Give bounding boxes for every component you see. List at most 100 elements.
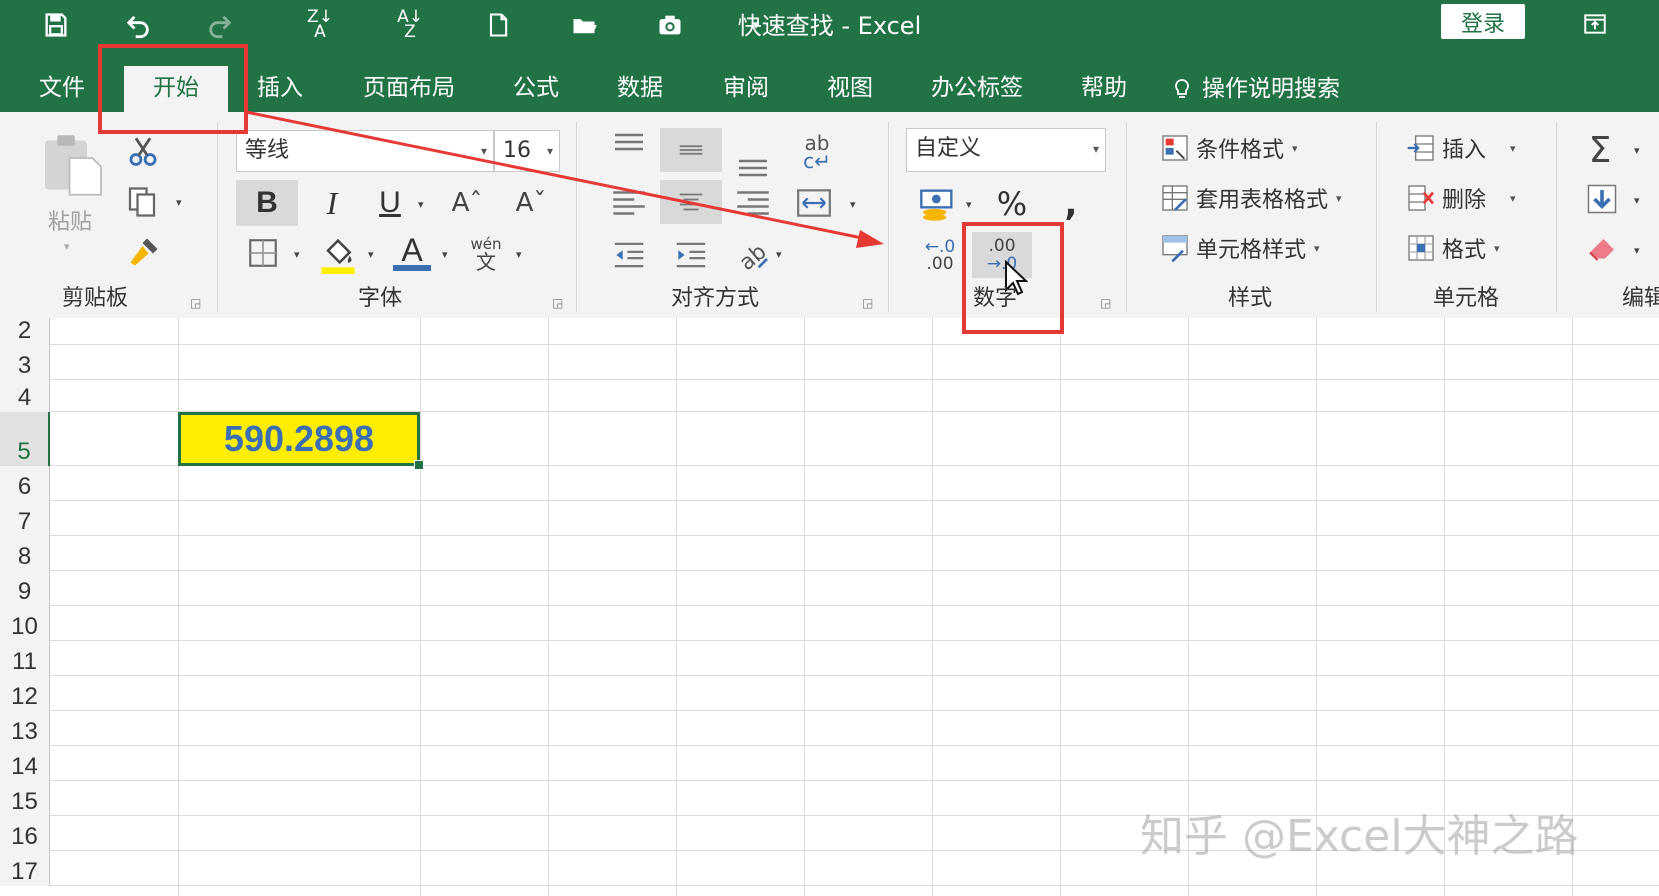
autosum-dropdown-icon[interactable]: ▾ bbox=[1634, 144, 1640, 157]
number-group-label: 数字 bbox=[972, 286, 1017, 311]
conditional-formatting-button[interactable]: 条件格式 ▾ bbox=[1158, 132, 1298, 164]
paste-dropdown-icon[interactable]: ▾ bbox=[64, 240, 70, 253]
copy-dropdown-icon[interactable]: ▾ bbox=[176, 196, 182, 209]
format-as-table-button[interactable]: 套用表格格式 ▾ bbox=[1158, 182, 1342, 214]
clipboard-launcher-icon[interactable]: ◲ bbox=[190, 296, 204, 310]
bottom-align-icon[interactable] bbox=[732, 140, 774, 182]
paste-icon[interactable] bbox=[38, 130, 108, 200]
row-header-17[interactable]: 17 bbox=[0, 851, 50, 886]
group-separator bbox=[576, 122, 577, 312]
decrease-font-size-icon[interactable]: Aˇ bbox=[514, 182, 548, 224]
fill-color-dropdown-icon[interactable]: ▾ bbox=[368, 248, 374, 261]
tab-view[interactable]: 视图 bbox=[814, 66, 886, 112]
row-header-15[interactable]: 15 bbox=[0, 781, 50, 816]
cell-styles-button[interactable]: 单元格样式 ▾ bbox=[1158, 232, 1320, 264]
cut-icon[interactable] bbox=[126, 134, 160, 168]
font-size-combo[interactable]: 16 ▾ bbox=[494, 130, 560, 172]
accounting-dropdown-icon[interactable]: ▾ bbox=[966, 198, 972, 211]
sort-descending-icon[interactable]: A↓ Z bbox=[390, 6, 430, 44]
percent-style-icon[interactable]: % bbox=[992, 184, 1032, 224]
number-launcher-icon[interactable]: ◲ bbox=[1100, 296, 1114, 310]
orientation-icon[interactable]: ab bbox=[732, 234, 772, 274]
row-header-2[interactable]: 2 bbox=[0, 317, 50, 345]
fill-down-icon[interactable] bbox=[1584, 180, 1620, 218]
wrap-text-icon[interactable]: ab c↵ bbox=[796, 130, 838, 174]
tab-insert[interactable]: 插入 bbox=[244, 66, 316, 112]
row-header-4[interactable]: 4 bbox=[0, 380, 50, 412]
save-icon[interactable] bbox=[36, 6, 76, 44]
insert-cells-button[interactable]: 插入 ▾ bbox=[1404, 132, 1516, 164]
active-cell-b5[interactable]: 590.2898 bbox=[178, 412, 420, 466]
fill-handle[interactable] bbox=[414, 460, 424, 470]
tab-formulas[interactable]: 公式 bbox=[500, 66, 572, 112]
borders-icon[interactable] bbox=[246, 236, 280, 270]
row-header-7[interactable]: 7 bbox=[0, 501, 50, 536]
phonetic-guide-icon[interactable]: wén 文 bbox=[466, 232, 506, 274]
copy-icon[interactable] bbox=[124, 184, 160, 220]
tab-page-layout[interactable]: 页面布局 bbox=[352, 66, 466, 112]
align-center-icon[interactable] bbox=[660, 180, 722, 224]
new-document-icon[interactable] bbox=[478, 6, 518, 44]
clear-eraser-icon[interactable] bbox=[1584, 230, 1620, 266]
tab-data[interactable]: 数据 bbox=[604, 66, 676, 112]
top-align-icon[interactable] bbox=[608, 128, 650, 170]
font-size-value: 16 bbox=[503, 138, 531, 163]
row-header-8[interactable]: 8 bbox=[0, 536, 50, 571]
decrease-indent-icon[interactable] bbox=[608, 236, 650, 274]
align-right-icon[interactable] bbox=[732, 182, 774, 224]
italic-button[interactable]: I bbox=[312, 180, 352, 226]
autosum-icon[interactable]: Σ bbox=[1580, 128, 1620, 172]
row-header-11[interactable]: 11 bbox=[0, 641, 50, 676]
merge-dropdown-icon[interactable]: ▾ bbox=[850, 198, 856, 211]
ribbon-display-options-icon[interactable] bbox=[1575, 6, 1615, 42]
delete-cells-button[interactable]: 删除 ▾ bbox=[1404, 182, 1516, 214]
tab-office-tabs[interactable]: 办公标签 bbox=[920, 66, 1034, 112]
number-format-combo[interactable]: 自定义 ▾ bbox=[906, 128, 1106, 172]
underline-button[interactable]: U bbox=[372, 180, 408, 226]
font-name-combo[interactable]: 等线 ▾ bbox=[236, 130, 494, 172]
tell-me-search[interactable]: 操作说明搜索 bbox=[1170, 66, 1360, 112]
fill-color-icon[interactable] bbox=[318, 234, 358, 274]
underline-dropdown-icon[interactable]: ▾ bbox=[418, 198, 424, 211]
open-folder-icon[interactable] bbox=[564, 6, 604, 44]
alignment-launcher-icon[interactable]: ◲ bbox=[862, 296, 876, 310]
font-launcher-icon[interactable]: ◲ bbox=[552, 296, 566, 310]
undo-icon[interactable] bbox=[118, 6, 158, 44]
redo-icon[interactable] bbox=[200, 6, 240, 44]
align-left-icon[interactable] bbox=[608, 182, 650, 224]
bold-button[interactable]: B bbox=[236, 180, 298, 226]
comma-style-icon[interactable]: , bbox=[1056, 184, 1086, 224]
row-header-3[interactable]: 3 bbox=[0, 345, 50, 380]
row-header-6[interactable]: 6 bbox=[0, 466, 50, 501]
format-cells-button[interactable]: 格式 ▾ bbox=[1404, 232, 1500, 264]
fill-dropdown-icon[interactable]: ▾ bbox=[1634, 194, 1640, 207]
merge-center-icon[interactable] bbox=[794, 184, 834, 222]
font-color-icon[interactable]: A bbox=[392, 232, 432, 274]
phonetic-dropdown-icon[interactable]: ▾ bbox=[516, 248, 522, 261]
tab-review[interactable]: 审阅 bbox=[710, 66, 782, 112]
increase-font-size-icon[interactable]: Aˆ bbox=[450, 182, 484, 224]
row-header-9[interactable]: 9 bbox=[0, 571, 50, 606]
row-header-16[interactable]: 16 bbox=[0, 816, 50, 851]
login-button[interactable]: 登录 bbox=[1441, 4, 1525, 39]
format-painter-icon[interactable] bbox=[126, 234, 162, 270]
row-header-12[interactable]: 12 bbox=[0, 676, 50, 711]
camera-icon[interactable] bbox=[650, 6, 690, 44]
row-header-5[interactable]: 5 bbox=[0, 412, 50, 466]
accounting-format-icon[interactable] bbox=[918, 184, 958, 224]
tab-home[interactable]: 开始 bbox=[124, 66, 228, 112]
row-header-14[interactable]: 14 bbox=[0, 746, 50, 781]
borders-dropdown-icon[interactable]: ▾ bbox=[294, 248, 300, 261]
row-header-13[interactable]: 13 bbox=[0, 711, 50, 746]
sort-ascending-icon[interactable]: Z↓ A bbox=[300, 6, 340, 44]
row-header-10[interactable]: 10 bbox=[0, 606, 50, 641]
middle-align-icon[interactable] bbox=[660, 128, 722, 172]
tab-file[interactable]: 文件 bbox=[26, 66, 98, 112]
increase-decimal-icon[interactable]: ←.0 .00 bbox=[918, 236, 962, 276]
orientation-dropdown-icon[interactable]: ▾ bbox=[776, 248, 782, 261]
tab-help[interactable]: 帮助 bbox=[1068, 66, 1140, 112]
clear-dropdown-icon[interactable]: ▾ bbox=[1634, 244, 1640, 257]
customize-quick-access-icon[interactable]: ▾ bbox=[736, 6, 776, 44]
font-color-dropdown-icon[interactable]: ▾ bbox=[442, 248, 448, 261]
increase-indent-icon[interactable] bbox=[670, 236, 712, 274]
